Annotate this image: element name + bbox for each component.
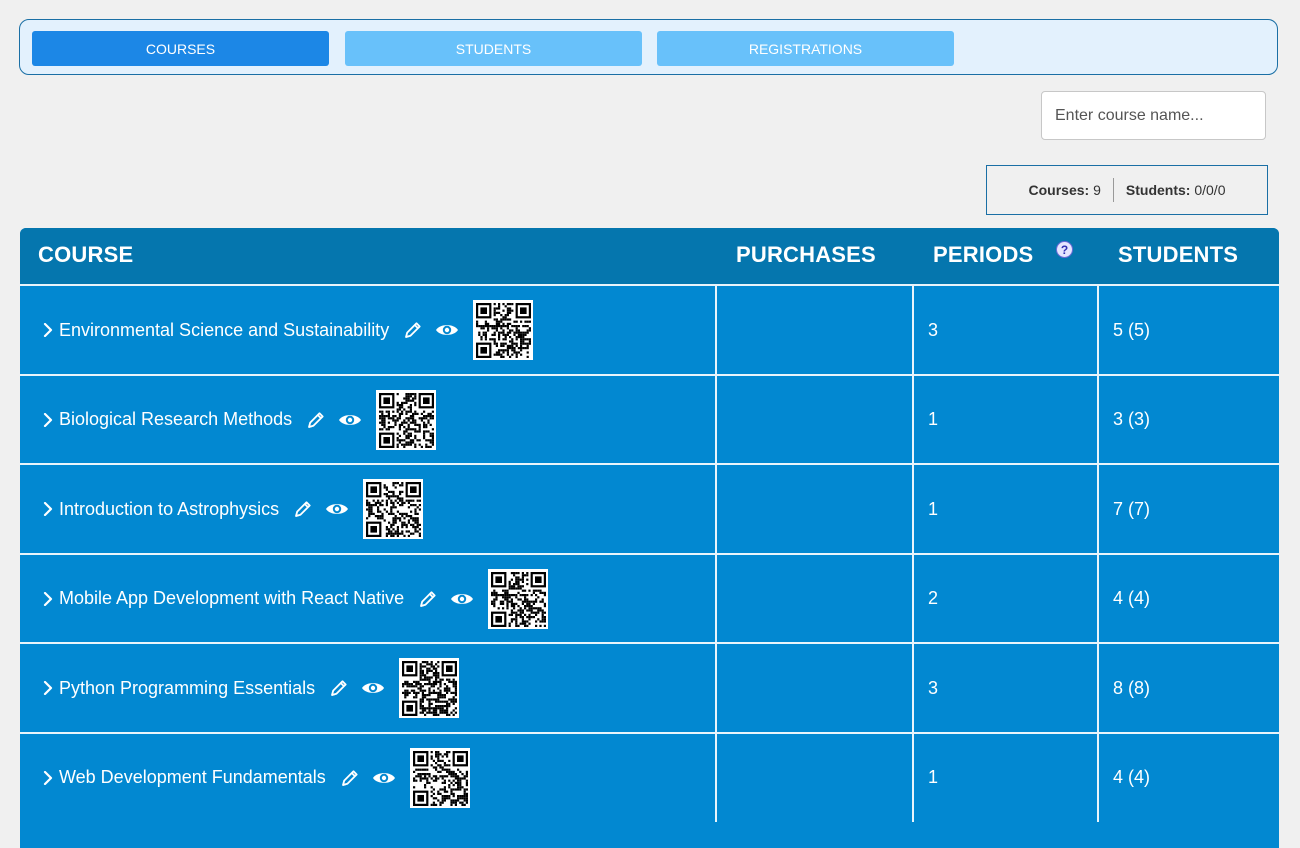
eye-icon[interactable] bbox=[325, 501, 349, 517]
students-value: 3 (3) bbox=[1113, 409, 1151, 429]
students-value: 5 (5) bbox=[1113, 319, 1151, 340]
course-name[interactable]: Mobile App Development with React Native bbox=[59, 588, 404, 609]
table-row[interactable]: Mobile App Development with React Native… bbox=[20, 552, 1279, 643]
table-row[interactable]: Web Development Fundamentals 1 4 (4) bbox=[20, 731, 1279, 822]
chevron-right-icon[interactable] bbox=[38, 323, 58, 337]
column-divider bbox=[912, 375, 914, 464]
stats-box: Courses: 9 Students: 0/0/0 bbox=[986, 165, 1268, 215]
course-name[interactable]: Environmental Science and Sustainability bbox=[59, 320, 389, 341]
qr-code-icon[interactable] bbox=[376, 389, 437, 450]
periods-value: 1 bbox=[928, 767, 939, 787]
tab-bar: COURSES STUDENTS REGISTRATIONS bbox=[19, 19, 1278, 75]
column-divider bbox=[912, 286, 914, 374]
chevron-right-icon[interactable] bbox=[38, 502, 58, 516]
column-divider bbox=[912, 733, 914, 822]
course-name[interactable]: Introduction to Astrophysics bbox=[59, 499, 279, 520]
course-cell: Introduction to Astrophysics bbox=[38, 465, 424, 553]
students-count-label: Students: bbox=[1125, 182, 1191, 198]
students-value: 7 (7) bbox=[1113, 498, 1151, 519]
column-divider bbox=[715, 375, 717, 464]
course-cell: Biological Research Methods bbox=[38, 376, 437, 464]
periods-value: 3 bbox=[928, 677, 939, 698]
periods-value: 1 bbox=[928, 409, 939, 429]
periods-value: 2 bbox=[928, 588, 939, 608]
column-divider bbox=[715, 733, 717, 822]
periods-value: 1 bbox=[928, 498, 939, 519]
course-cell: Web Development Fundamentals bbox=[38, 734, 470, 822]
course-cell: Mobile App Development with React Native bbox=[38, 555, 549, 643]
column-divider bbox=[912, 465, 914, 553]
table-row[interactable]: Introduction to Astrophysics 1 7 (7) bbox=[20, 463, 1279, 553]
table-row[interactable]: Python Programming Essentials 3 8 (8) bbox=[20, 642, 1279, 732]
courses-count-value: 9 bbox=[1093, 182, 1101, 198]
eye-icon[interactable] bbox=[372, 770, 396, 786]
header-purchases[interactable]: PURCHASES bbox=[736, 242, 876, 268]
students-value: 8 (8) bbox=[1113, 677, 1151, 698]
pencil-icon[interactable] bbox=[418, 589, 438, 609]
eye-icon[interactable] bbox=[435, 322, 459, 338]
table-header: COURSE PURCHASES PERIODS ? STUDENTS bbox=[20, 228, 1279, 284]
eye-icon[interactable] bbox=[450, 591, 474, 607]
column-divider bbox=[715, 286, 717, 374]
help-icon[interactable]: ? bbox=[1056, 241, 1073, 258]
qr-code-icon[interactable] bbox=[363, 479, 424, 539]
qr-code-icon[interactable] bbox=[399, 658, 460, 718]
header-course[interactable]: COURSE bbox=[38, 242, 133, 268]
column-divider bbox=[1097, 375, 1099, 464]
column-divider bbox=[715, 644, 717, 732]
column-divider bbox=[715, 465, 717, 553]
tab-courses[interactable]: COURSES bbox=[32, 31, 329, 66]
chevron-right-icon[interactable] bbox=[38, 770, 58, 785]
table-row[interactable]: Biological Research Methods 1 3 (3) bbox=[20, 373, 1279, 464]
header-students[interactable]: STUDENTS bbox=[1118, 242, 1238, 268]
column-divider bbox=[1097, 733, 1099, 822]
tab-students[interactable]: STUDENTS bbox=[345, 31, 642, 66]
pencil-icon[interactable] bbox=[403, 320, 423, 340]
header-periods[interactable]: PERIODS bbox=[933, 242, 1033, 268]
chevron-right-icon[interactable] bbox=[38, 681, 58, 695]
table-row[interactable]: Environmental Science and Sustainability… bbox=[20, 284, 1279, 374]
pencil-icon[interactable] bbox=[329, 678, 349, 698]
course-name[interactable]: Web Development Fundamentals bbox=[59, 767, 326, 788]
column-divider bbox=[912, 644, 914, 732]
qr-code-icon[interactable] bbox=[409, 747, 470, 808]
column-divider bbox=[912, 554, 914, 643]
students-value: 4 (4) bbox=[1113, 767, 1151, 787]
pencil-icon[interactable] bbox=[293, 499, 313, 519]
courses-count-label: Courses: bbox=[1028, 182, 1090, 198]
course-name[interactable]: Biological Research Methods bbox=[59, 409, 292, 430]
column-divider bbox=[1097, 644, 1099, 732]
pencil-icon[interactable] bbox=[306, 410, 326, 430]
column-divider bbox=[1097, 465, 1099, 553]
periods-value: 3 bbox=[928, 319, 939, 340]
course-search-input[interactable] bbox=[1041, 91, 1266, 140]
pencil-icon[interactable] bbox=[340, 768, 360, 788]
chevron-right-icon[interactable] bbox=[38, 412, 58, 427]
students-count-value: 0/0/0 bbox=[1194, 182, 1226, 198]
course-cell: Environmental Science and Sustainability bbox=[38, 286, 534, 374]
students-value: 4 (4) bbox=[1113, 588, 1151, 608]
column-divider bbox=[715, 554, 717, 643]
courses-table: COURSE PURCHASES PERIODS ? STUDENTS Envi… bbox=[20, 228, 1279, 848]
eye-icon[interactable] bbox=[338, 412, 362, 428]
tab-registrations[interactable]: REGISTRATIONS bbox=[657, 31, 954, 66]
course-name[interactable]: Python Programming Essentials bbox=[59, 678, 315, 699]
qr-code-icon[interactable] bbox=[488, 568, 549, 629]
eye-icon[interactable] bbox=[361, 680, 385, 696]
stats-divider bbox=[1112, 178, 1114, 202]
qr-code-icon[interactable] bbox=[473, 300, 534, 360]
column-divider bbox=[1097, 554, 1099, 643]
chevron-right-icon[interactable] bbox=[38, 591, 58, 606]
course-cell: Python Programming Essentials bbox=[38, 644, 460, 732]
column-divider bbox=[1097, 286, 1099, 374]
